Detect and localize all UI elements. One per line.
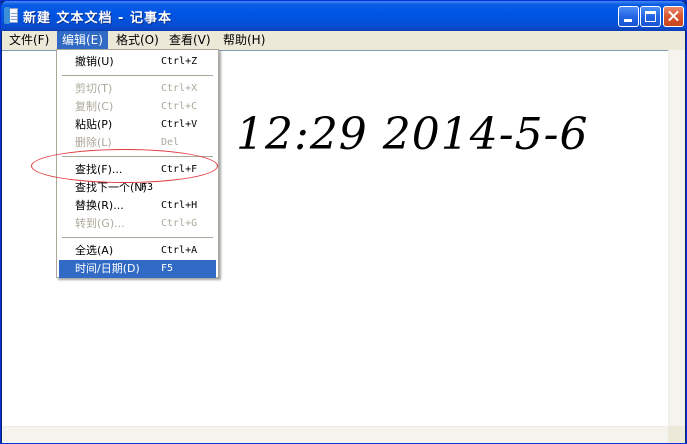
maximize-icon (645, 11, 656, 22)
menu-item-shortcut: F5 (161, 263, 174, 274)
minimize-button[interactable] (618, 6, 639, 27)
menu-item-shortcut: Ctrl+Z (161, 56, 198, 67)
menu-item-time-date[interactable]: 时间/日期(D) F5 (59, 260, 216, 278)
close-icon (664, 7, 683, 26)
menu-item-shortcut: Ctrl+A (161, 245, 198, 256)
close-button[interactable] (663, 6, 684, 27)
menu-item-label: 剪切(T) (75, 82, 113, 95)
menu-item-shortcut: F3 (141, 182, 154, 193)
menu-item-shortcut: Ctrl+F (161, 164, 198, 175)
menu-item-find[interactable]: 查找(F)... Ctrl+F (59, 161, 216, 179)
minimize-icon (624, 19, 632, 22)
menu-item-find-next[interactable]: 查找下一个(N) F3 (59, 179, 216, 197)
menu-item-label: 转到(G)... (75, 217, 125, 230)
menu-format[interactable]: 格式(O) (111, 31, 164, 50)
menu-item-cut: 剪切(T) Ctrl+X (59, 80, 216, 98)
menu-help[interactable]: 帮助(H) (218, 31, 270, 50)
menu-item-label: 撤销(U) (75, 55, 114, 68)
menu-item-shortcut: Ctrl+V (161, 119, 198, 130)
menu-item-shortcut: Ctrl+X (161, 83, 198, 94)
menu-item-paste[interactable]: 粘贴(P) Ctrl+V (59, 116, 216, 134)
window-title: 新建 文本文档 - 记事本 (23, 11, 172, 26)
menu-bar: 文件(F) 编辑(E) 格式(O) 查看(V) 帮助(H) (2, 31, 685, 50)
horizontal-scrollbar[interactable] (2, 426, 668, 443)
menu-separator (62, 75, 213, 76)
menu-separator (62, 237, 213, 238)
menu-item-undo[interactable]: 撤销(U) Ctrl+Z (59, 53, 216, 71)
menu-item-label: 全选(A) (75, 244, 114, 257)
menu-item-select-all[interactable]: 全选(A) Ctrl+A (59, 242, 216, 260)
menu-item-label: 替换(R)... (75, 199, 124, 212)
resize-grip[interactable] (668, 426, 685, 443)
editor-content: 12:29 2014-5-6 (236, 109, 589, 160)
menu-item-copy: 复制(C) Ctrl+C (59, 98, 216, 116)
menu-item-delete: 删除(L) Del (59, 134, 216, 152)
notepad-window: 新建 文本文档 - 记事本 文件(F) 编辑(E) 格式(O) 查看(V) 帮助… (0, 0, 687, 444)
menu-item-replace[interactable]: 替换(R)... Ctrl+H (59, 197, 216, 215)
menu-item-label: 复制(C) (75, 100, 114, 113)
menu-separator (62, 156, 213, 157)
menu-item-label: 查找下一个(N) (75, 181, 147, 194)
menu-item-label: 查找(F)... (75, 163, 123, 176)
menu-view[interactable]: 查看(V) (164, 31, 216, 50)
menu-item-shortcut: Ctrl+H (161, 200, 198, 211)
menu-item-label: 删除(L) (75, 136, 112, 149)
menu-item-label: 粘贴(P) (75, 118, 113, 131)
menu-item-shortcut: Ctrl+G (161, 218, 198, 229)
edit-menu-dropdown: 撤销(U) Ctrl+Z 剪切(T) Ctrl+X 复制(C) Ctrl+C 粘… (56, 49, 219, 278)
menu-file[interactable]: 文件(F) (4, 31, 54, 50)
notepad-icon[interactable] (4, 7, 18, 24)
menu-item-shortcut: Ctrl+C (161, 101, 198, 112)
vertical-scrollbar[interactable] (668, 50, 685, 426)
menu-edit[interactable]: 编辑(E) (57, 31, 108, 50)
menu-item-goto: 转到(G)... Ctrl+G (59, 215, 216, 233)
menu-item-label: 时间/日期(D) (75, 262, 140, 275)
title-bar[interactable]: 新建 文本文档 - 记事本 (1, 1, 686, 31)
maximize-button[interactable] (640, 6, 661, 27)
menu-item-shortcut: Del (161, 137, 180, 148)
